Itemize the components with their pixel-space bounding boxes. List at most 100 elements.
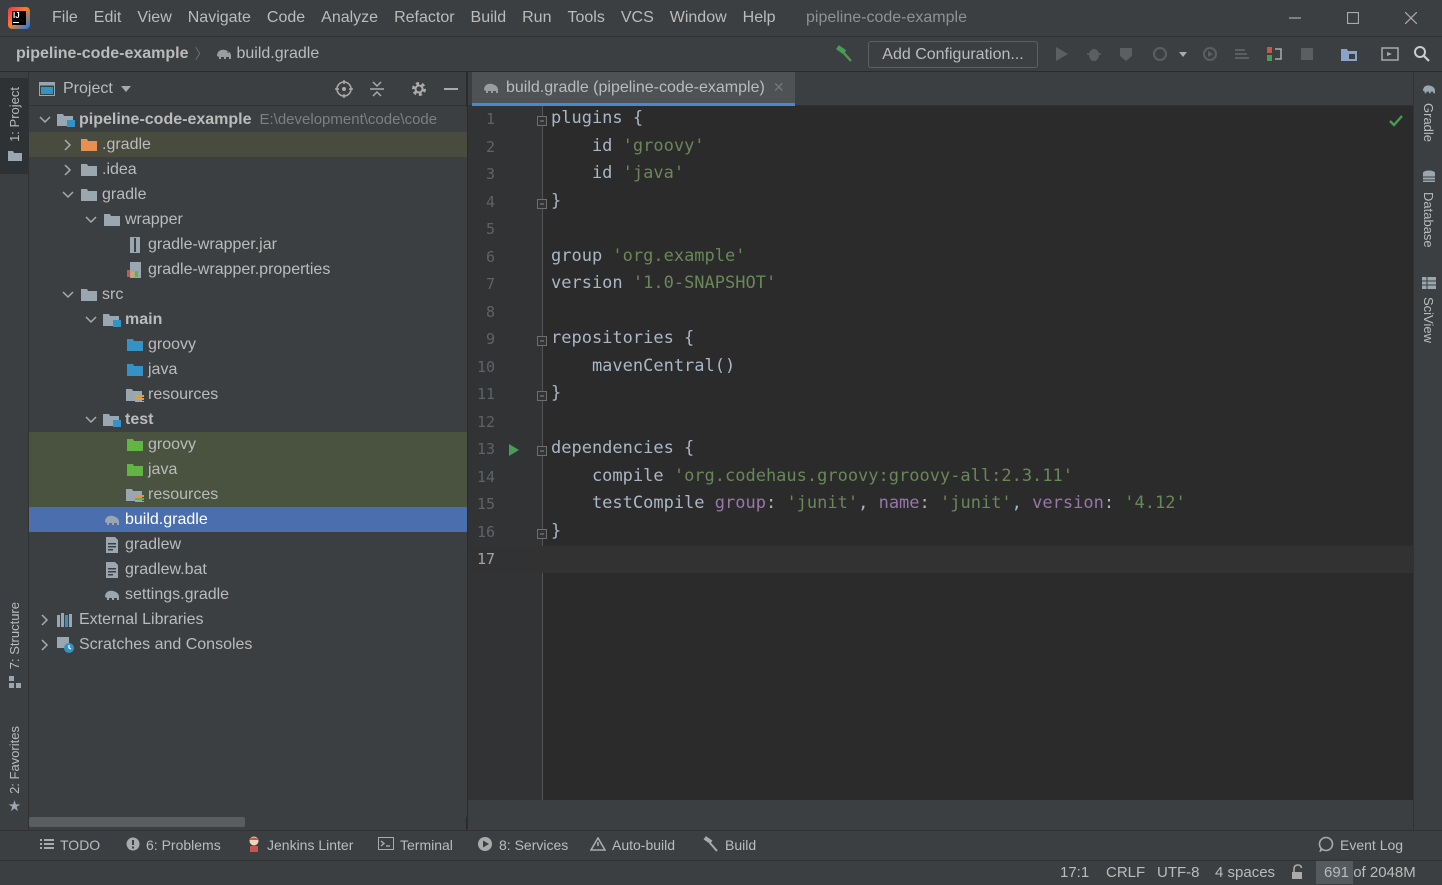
tool-tab-database[interactable]: Database: [1414, 170, 1442, 248]
tree-item[interactable]: pipeline-code-example E:\development\code…: [29, 107, 467, 132]
menu-view[interactable]: View: [129, 0, 179, 36]
chevron-down-icon[interactable]: [60, 190, 76, 199]
fold-marker-icon[interactable]: [536, 527, 548, 544]
tool-tab-gradle[interactable]: Gradle: [1414, 82, 1442, 142]
close-window-button[interactable]: [1382, 0, 1440, 36]
collapse-all-icon[interactable]: [368, 80, 386, 102]
run-gutter-icon[interactable]: [508, 443, 520, 461]
tree-item[interactable]: settings.gradle: [29, 582, 467, 607]
build-tool-button[interactable]: Build: [703, 830, 756, 860]
menu-window[interactable]: Window: [662, 0, 735, 36]
indent-setting[interactable]: 4 spaces: [1215, 860, 1275, 885]
memory-indicator[interactable]: 691 of 2048M: [1316, 860, 1424, 885]
tool-tab-structure[interactable]: 7: Structure: [0, 597, 29, 697]
menu-build[interactable]: Build: [463, 0, 515, 36]
project-view-selector[interactable]: Project: [39, 72, 131, 106]
stop-icon[interactable]: [1294, 41, 1320, 67]
tree-item[interactable]: Scratches and Consoles: [29, 632, 467, 657]
tree-item[interactable]: java: [29, 457, 467, 482]
todo-tool-button[interactable]: TODO: [40, 830, 100, 860]
caret-position[interactable]: 17:1: [1060, 860, 1089, 885]
chevron-down-icon[interactable]: [37, 115, 53, 124]
tree-item[interactable]: gradle-wrapper.jar: [29, 232, 467, 257]
file-encoding[interactable]: UTF-8: [1157, 860, 1200, 885]
chevron-down-icon[interactable]: [60, 290, 76, 299]
chevron-down-icon[interactable]: [83, 415, 99, 424]
add-configuration-button[interactable]: Add Configuration...: [868, 41, 1038, 68]
profile-dropdown-icon[interactable]: [1170, 41, 1196, 67]
gear-icon[interactable]: [410, 80, 428, 102]
jenkins-linter-tool-button[interactable]: Jenkins Linter: [247, 830, 353, 860]
tree-item[interactable]: wrapper: [29, 207, 467, 232]
fold-marker-icon[interactable]: [536, 444, 548, 461]
breadcrumb-file[interactable]: build.gradle: [237, 45, 320, 63]
chevron-right-icon[interactable]: [37, 613, 53, 626]
menu-navigate[interactable]: Navigate: [180, 0, 259, 36]
close-tab-icon[interactable]: ✕: [773, 79, 785, 96]
run-icon[interactable]: [1049, 41, 1075, 67]
tree-item[interactable]: resources: [29, 482, 467, 507]
debug-icon[interactable]: [1081, 41, 1107, 67]
problems-tool-button[interactable]: 6: Problems: [126, 830, 221, 860]
tree-item[interactable]: gradle: [29, 182, 467, 207]
search-everywhere-icon[interactable]: [1409, 41, 1435, 67]
tree-item[interactable]: main: [29, 307, 467, 332]
tree-item[interactable]: gradlew.bat: [29, 557, 467, 582]
tool-tab-favorites[interactable]: 2: Favorites ★: [0, 720, 29, 820]
menu-analyze[interactable]: Analyze: [313, 0, 386, 36]
terminal-tool-button[interactable]: Terminal: [378, 830, 453, 860]
hide-panel-icon[interactable]: [442, 80, 460, 102]
fold-marker-icon[interactable]: [536, 197, 548, 214]
attach-debugger-icon[interactable]: [1197, 41, 1223, 67]
tree-item[interactable]: groovy: [29, 332, 467, 357]
concurrency-icon[interactable]: [1229, 41, 1255, 67]
chevron-down-icon[interactable]: [83, 215, 99, 224]
maximize-button[interactable]: [1324, 0, 1382, 36]
tree-item-label: java: [148, 360, 178, 378]
menu-run[interactable]: Run: [514, 0, 559, 36]
fold-marker-icon[interactable]: [536, 114, 548, 131]
tree-item[interactable]: resources: [29, 382, 467, 407]
menu-code[interactable]: Code: [259, 0, 313, 36]
unlock-icon[interactable]: [1290, 864, 1306, 884]
line-separator[interactable]: CRLF: [1106, 860, 1145, 885]
event-log-tool-button[interactable]: Event Log: [1318, 830, 1403, 860]
chevron-right-icon[interactable]: [60, 163, 76, 176]
tree-item[interactable]: groovy: [29, 432, 467, 457]
tree-item[interactable]: gradle-wrapper.properties: [29, 257, 467, 282]
tree-item[interactable]: .gradle: [29, 132, 467, 157]
project-structure-icon[interactable]: [1336, 41, 1362, 67]
presentation-mode-icon[interactable]: [1377, 41, 1403, 67]
menu-file[interactable]: File: [44, 0, 86, 36]
tree-item[interactable]: src: [29, 282, 467, 307]
tree-item[interactable]: External Libraries: [29, 607, 467, 632]
tree-item[interactable]: java: [29, 357, 467, 382]
menu-vcs[interactable]: VCS: [613, 0, 662, 36]
tool-tab-project[interactable]: 1: Project: [0, 78, 29, 174]
auto-build-tool-button[interactable]: Auto-build: [589, 830, 675, 860]
tree-item[interactable]: test: [29, 407, 467, 432]
locate-file-icon[interactable]: [335, 80, 353, 102]
tree-item[interactable]: gradlew: [29, 532, 467, 557]
tree-item-label: gradlew.bat: [125, 560, 207, 578]
fold-marker-icon[interactable]: [536, 334, 548, 351]
menu-refactor[interactable]: Refactor: [386, 0, 462, 36]
menu-help[interactable]: Help: [735, 0, 784, 36]
build-hammer-icon[interactable]: [831, 41, 857, 67]
chevron-right-icon[interactable]: [60, 138, 76, 151]
tree-item[interactable]: .idea: [29, 157, 467, 182]
chevron-down-icon[interactable]: [83, 315, 99, 324]
editor-tab-build-gradle[interactable]: build.gradle (pipeline-code-example) ✕: [472, 72, 795, 106]
run-with-coverage-icon[interactable]: [1113, 41, 1139, 67]
menu-edit[interactable]: Edit: [86, 0, 130, 36]
services-tool-button[interactable]: 8: Services: [477, 830, 568, 860]
minimize-button[interactable]: [1266, 0, 1324, 36]
tool-tab-sciview[interactable]: SciView: [1414, 276, 1442, 343]
tree-item[interactable]: build.gradle: [29, 507, 467, 532]
fold-marker-icon[interactable]: [536, 389, 548, 406]
chevron-right-icon[interactable]: [37, 638, 53, 651]
breadcrumb-project[interactable]: pipeline-code-example: [16, 45, 189, 63]
menu-tools[interactable]: Tools: [559, 0, 612, 36]
update-running-app-icon[interactable]: [1261, 41, 1287, 67]
horizontal-scrollbar[interactable]: [29, 817, 245, 827]
